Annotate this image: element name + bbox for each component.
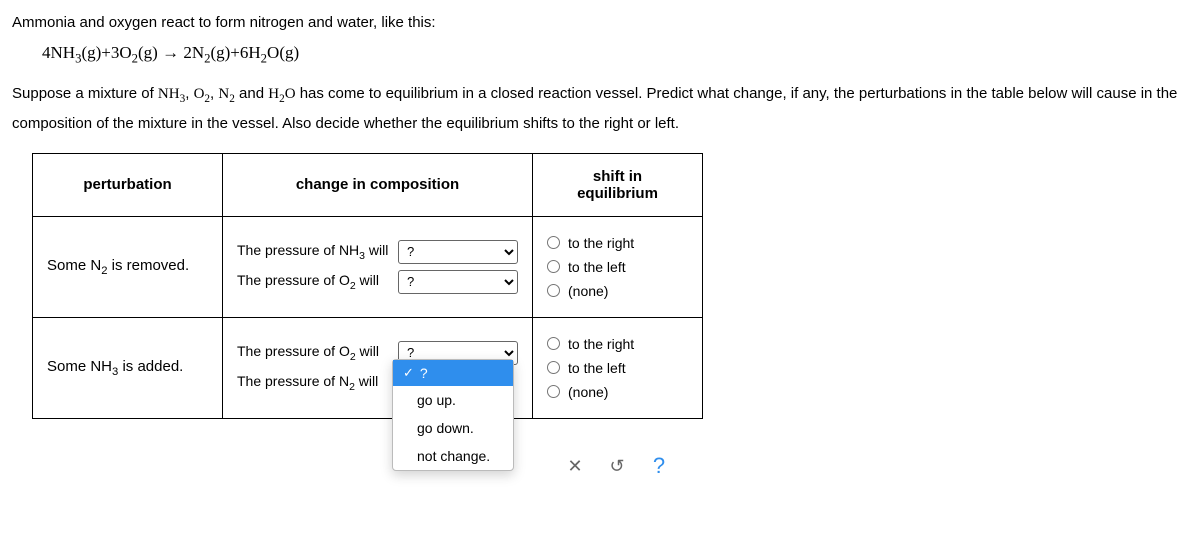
table-row: Some N2 is removed. The pressure of NH3 … [33,216,703,317]
change-label: The pressure of NH3 will [237,242,388,262]
pressure-select[interactable]: ? [398,240,518,264]
close-icon[interactable]: ✕ [565,456,585,476]
dropdown-option[interactable]: go up. [393,386,513,414]
dropdown-menu: ✓ ? go up. go down. not change. [392,359,514,471]
change-label: The pressure of O2 will [237,343,379,363]
action-bar: ✕ ↺ ? [565,456,669,476]
change-cell: The pressure of NH3 will ? The pressure … [223,216,533,317]
equilibrium-table: perturbation change in composition shift… [32,153,703,419]
instruction-paragraph: Suppose a mixture of NH3, O2, N2 and H2O… [12,80,1188,139]
radio-right[interactable]: to the right [547,235,688,251]
header-shift: shift in equilibrium [533,153,703,216]
help-icon[interactable]: ? [649,456,669,476]
radio-right[interactable]: to the right [547,336,688,352]
header-perturbation: perturbation [33,153,223,216]
radio-left[interactable]: to the left [547,259,688,275]
header-change: change in composition [223,153,533,216]
radio-none[interactable]: (none) [547,283,688,299]
shift-cell: to the right to the left (none) [533,317,703,418]
reset-icon[interactable]: ↺ [607,456,627,476]
table-row: Some NH3 is added. The pressure of O2 wi… [33,317,703,418]
perturbation-cell: Some N2 is removed. [33,216,223,317]
perturbation-cell: Some NH3 is added. [33,317,223,418]
pressure-select[interactable]: ? [398,270,518,294]
dropdown-selected[interactable]: ✓ ? [393,360,513,386]
change-label: The pressure of O2 will [237,272,379,292]
shift-cell: to the right to the left (none) [533,216,703,317]
radio-left[interactable]: to the left [547,360,688,376]
change-label: The pressure of N2 will [237,373,378,393]
dropdown-option[interactable]: not change. [393,442,513,470]
intro-text: Ammonia and oxygen react to form nitroge… [12,12,1188,35]
radio-none[interactable]: (none) [547,384,688,400]
chemical-equation: 4NH3(g)+3O2(g) → 2N2(g)+6H2O(g) [42,43,1188,66]
check-icon: ✓ [403,365,414,381]
dropdown-option[interactable]: go down. [393,414,513,442]
